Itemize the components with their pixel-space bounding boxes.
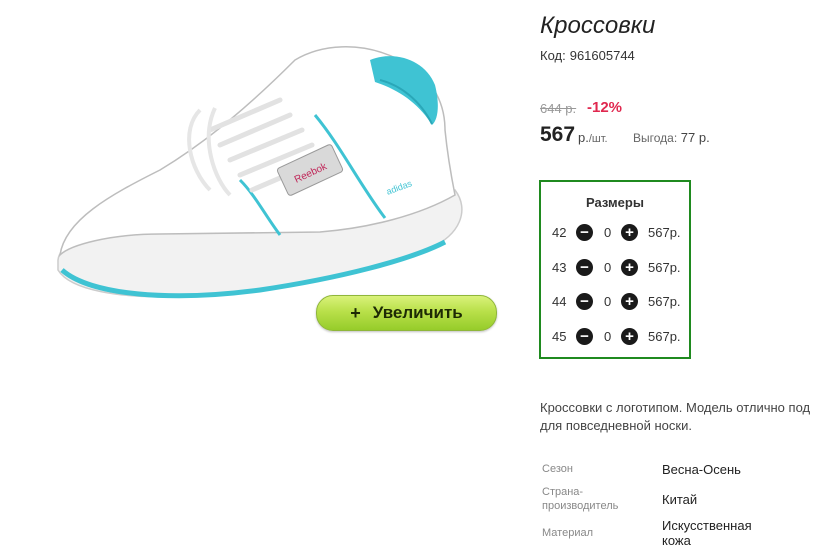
benefit-label: Выгода:: [633, 131, 678, 145]
size-quantity: 0: [604, 260, 612, 275]
size-value: 44: [552, 294, 567, 309]
spec-label-material: Материал: [542, 527, 593, 539]
product-code-value: 961605744: [569, 48, 635, 63]
spec-value-line: Искусственная: [662, 518, 752, 533]
product-code-label: Код:: [540, 48, 566, 63]
product-code: Код: 961605744: [540, 48, 635, 63]
spec-label-line: производитель: [542, 500, 619, 512]
minus-circle-icon[interactable]: −: [576, 224, 593, 241]
spec-value-material: Искусственная кожа: [662, 518, 752, 548]
plus-icon: +: [350, 302, 361, 323]
plus-circle-icon[interactable]: +: [621, 328, 638, 345]
minus-circle-icon[interactable]: −: [576, 259, 593, 276]
minus-circle-icon[interactable]: −: [576, 293, 593, 310]
price-currency: р.: [578, 130, 589, 145]
plus-circle-icon[interactable]: +: [621, 293, 638, 310]
size-value: 42: [552, 225, 567, 240]
size-price: 567р.: [648, 260, 681, 275]
size-quantity: 0: [604, 225, 612, 240]
product-image-area: Reebok adidas + Увеличить: [0, 0, 510, 360]
spec-value-line: кожа: [662, 533, 691, 548]
description-line: Кроссовки с логотипом. Модель отлично по…: [540, 400, 811, 415]
size-row: 42 − 0 + 567р.: [541, 222, 689, 244]
spec-label-country: Страна- производитель: [542, 485, 618, 513]
size-value: 43: [552, 260, 567, 275]
spec-value-season: Весна-Осень: [662, 462, 741, 477]
plus-circle-icon[interactable]: +: [621, 224, 638, 241]
product-title: Кроссовки: [540, 12, 656, 39]
discount-badge: -12%: [587, 99, 623, 116]
price-unit: р./шт.: [578, 130, 608, 145]
price-per-unit: /шт.: [588, 133, 608, 145]
minus-circle-icon[interactable]: −: [576, 328, 593, 345]
benefit: Выгода: 77 р.: [633, 130, 710, 145]
size-price: 567р.: [648, 225, 681, 240]
sizes-panel: Размеры 42 − 0 + 567р. 43 − 0 + 567р. 44…: [539, 180, 691, 359]
sneaker-image[interactable]: Reebok adidas: [40, 20, 500, 320]
old-price: 644 р.: [540, 101, 577, 116]
size-price: 567р.: [648, 329, 681, 344]
size-quantity: 0: [604, 329, 612, 344]
size-row: 43 − 0 + 567р.: [541, 257, 689, 279]
benefit-value: 77 р.: [680, 130, 710, 145]
size-quantity: 0: [604, 294, 612, 309]
sizes-title: Размеры: [586, 195, 644, 210]
spec-label-line: Страна-: [542, 486, 584, 498]
size-row: 45 − 0 + 567р.: [541, 326, 689, 348]
zoom-button-label: Увеличить: [372, 303, 463, 322]
spec-value-country: Китай: [662, 492, 698, 507]
size-row: 44 − 0 + 567р.: [541, 291, 689, 313]
zoom-button[interactable]: + Увеличить: [316, 295, 497, 331]
product-description: Кроссовки с логотипом. Модель отлично по…: [540, 399, 834, 435]
current-price: 567: [540, 123, 576, 146]
description-line: для повседневной носки.: [540, 418, 692, 433]
plus-circle-icon[interactable]: +: [621, 259, 638, 276]
size-price: 567р.: [648, 294, 681, 309]
spec-label-season: Сезон: [542, 463, 573, 475]
size-value: 45: [552, 329, 567, 344]
